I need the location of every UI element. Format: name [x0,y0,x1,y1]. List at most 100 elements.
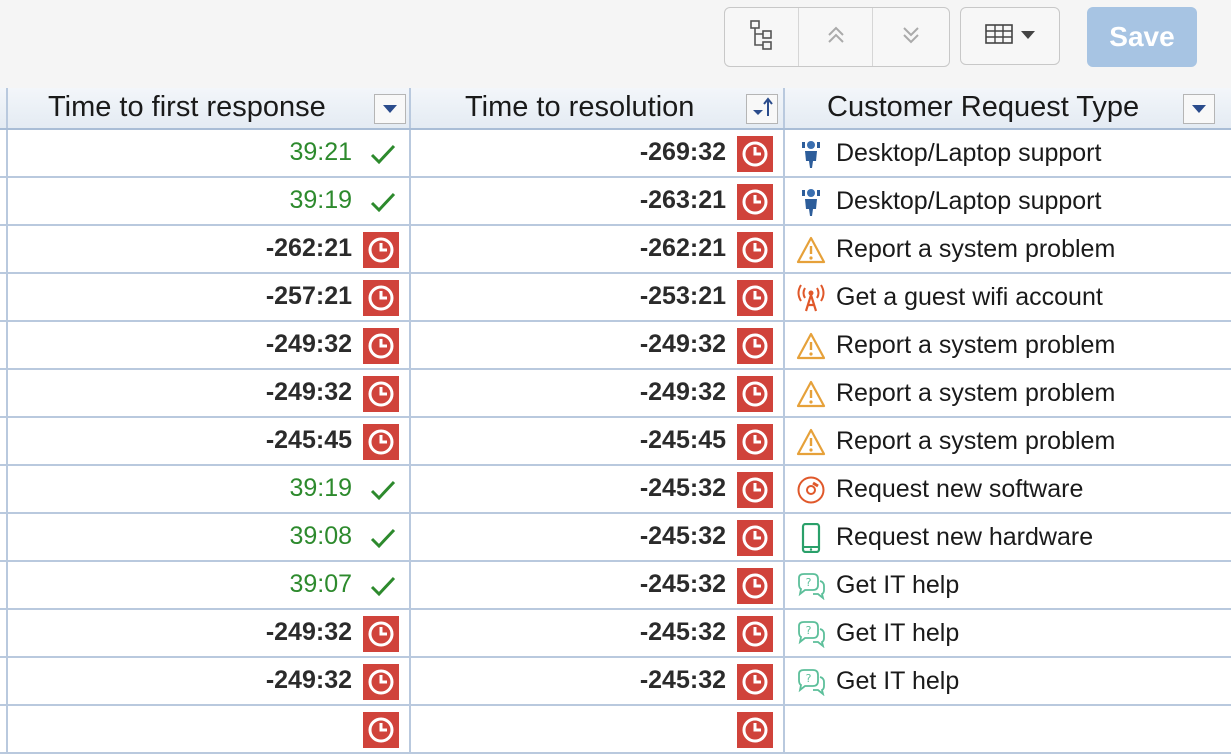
column-header-first-response[interactable]: Time to first response [8,88,411,128]
table-row[interactable]: 39:07 -245:32 ? Get IT help [0,562,1231,610]
table-row[interactable]: -249:32 -249:32 Report a system problem [0,322,1231,370]
column-header-request-type[interactable]: Customer Request Type [785,88,1231,128]
table-row[interactable]: -249:32 -245:32? Get IT help [0,610,1231,658]
column-header-resolution[interactable]: Time to resolution [411,88,785,128]
cell-customer-request-type[interactable]: ? Get IT help [785,658,1231,704]
save-button[interactable]: Save [1087,7,1197,67]
clock-breach-icon [363,280,399,316]
time-to-resolution-value: -263:21 [639,186,726,214]
cell-time-to-first-response[interactable]: -262:21 [8,226,411,272]
cell-customer-request-type[interactable]: Report a system problem [785,418,1231,464]
time-to-first-response-value: -257:21 [265,282,352,310]
cell-time-to-resolution[interactable]: -269:32 [411,130,785,176]
table-row[interactable]: 39:21 -269:32 Desktop/Laptop support [0,130,1231,178]
column-dropdown-button[interactable] [374,94,406,124]
cell-time-to-resolution[interactable]: -263:21 [411,178,785,224]
cell-time-to-resolution[interactable]: -262:21 [411,226,785,272]
time-to-first-response-value: 39:21 [289,138,352,166]
cell-time-to-resolution[interactable]: -245:32 [411,466,785,512]
sort-ascending-icon [751,96,773,123]
time-to-first-response-value: 39:19 [289,474,352,502]
cell-customer-request-type[interactable]: Request new software [785,466,1231,512]
toolbar-button-group [724,7,950,67]
warning-icon [795,425,827,459]
time-to-first-response-value: 39:08 [289,522,352,550]
cell-time-to-first-response[interactable]: -249:32 [8,610,411,656]
time-to-first-response-value: 39:19 [289,186,352,214]
time-to-first-response-value: -249:32 [265,666,352,694]
expand-all-icon [901,25,921,50]
wifi-tower-icon [795,281,827,315]
time-to-first-response-value: -249:32 [265,618,352,646]
cell-time-to-resolution[interactable]: -245:32 [411,514,785,560]
cell-time-to-first-response[interactable]: 39:08 [8,514,411,560]
cell-time-to-first-response[interactable]: -257:21 [8,274,411,320]
cell-time-to-resolution[interactable]: -249:32 [411,322,785,368]
cell-customer-request-type[interactable]: ? Get IT help [785,610,1231,656]
help-chat-icon: ? [795,665,827,699]
table-row[interactable]: -262:21 -262:21 Report a system problem [0,226,1231,274]
table-row[interactable]: 39:19 -245:32 Request new software [0,466,1231,514]
cell-time-to-resolution[interactable]: -249:32 [411,370,785,416]
cell-customer-request-type[interactable]: Desktop/Laptop support [785,130,1231,176]
cell-customer-request-type[interactable]: Report a system problem [785,322,1231,368]
table-row[interactable]: 39:08 -245:32 Request new hardware [0,514,1231,562]
request-type-label: Desktop/Laptop support [836,139,1102,167]
warning-icon [795,329,827,363]
table-row[interactable]: -257:21 -253:21 Get a guest wifi account [0,274,1231,322]
cell-customer-request-type[interactable]: ? Get IT help [785,562,1231,608]
table-view-icon [985,23,1013,49]
cell-time-to-first-response[interactable]: -249:32 [8,658,411,704]
cell-customer-request-type[interactable]: Report a system problem [785,226,1231,272]
cell-time-to-first-response[interactable]: 39:19 [8,178,411,224]
column-label: Customer Request Type [827,91,1140,123]
table-row[interactable]: -249:32 -245:32? Get IT help [0,658,1231,706]
cell-customer-request-type[interactable]: Report a system problem [785,370,1231,416]
request-type-label: Get IT help [836,667,960,695]
clock-breach-icon [737,328,773,364]
time-to-resolution-value: -245:32 [639,474,726,502]
column-dropdown-button[interactable] [1183,94,1215,124]
time-to-first-response-value: -249:32 [265,378,352,406]
chevron-down-icon [1021,27,1035,45]
hierarchy-button[interactable] [725,8,799,66]
cell-time-to-first-response[interactable]: -249:32 [8,322,411,368]
time-to-resolution-value: -253:21 [639,282,726,310]
cell-time-to-resolution[interactable]: -245:32 [411,562,785,608]
warning-icon [795,233,827,267]
expand-all-button[interactable] [873,8,949,66]
collapse-all-button[interactable] [799,8,873,66]
column-sort-button[interactable] [746,94,778,124]
time-to-resolution-value: -245:32 [639,666,726,694]
clock-breach-icon [737,472,773,508]
cell-time-to-first-response[interactable]: 39:19 [8,466,411,512]
table-row[interactable] [0,706,1231,754]
help-chat-icon: ? [795,617,827,651]
time-to-resolution-value: -249:32 [639,330,726,358]
time-to-resolution-value: -249:32 [639,378,726,406]
cell-time-to-resolution[interactable]: -245:32 [411,658,785,704]
time-to-resolution-value: -245:32 [639,570,726,598]
table-row[interactable]: -249:32 -249:32 Report a system problem [0,370,1231,418]
svg-text:?: ? [806,672,812,685]
cell-time-to-first-response[interactable]: -249:32 [8,370,411,416]
clock-breach-icon [737,664,773,700]
table-row[interactable]: 39:19 -263:21 Desktop/Laptop support [0,178,1231,226]
cell-customer-request-type[interactable]: Get a guest wifi account [785,274,1231,320]
cell-time-to-first-response[interactable]: 39:21 [8,130,411,176]
cell-time-to-first-response[interactable]: -245:45 [8,418,411,464]
checkmark-icon [365,184,401,220]
cell-customer-request-type[interactable]: Request new hardware [785,514,1231,560]
table-view-dropdown[interactable] [960,7,1060,65]
time-to-resolution-value: -245:32 [639,522,726,550]
cell-time-to-first-response[interactable]: 39:07 [8,562,411,608]
clock-breach-icon [737,712,773,748]
table-row[interactable]: -245:45 -245:45 Report a system problem [0,418,1231,466]
cell-time-to-resolution[interactable]: -245:32 [411,610,785,656]
cell-time-to-resolution[interactable]: -245:45 [411,418,785,464]
column-label: Time to resolution [465,91,695,123]
cell-time-to-resolution[interactable]: -253:21 [411,274,785,320]
request-type-label: Request new software [836,475,1084,503]
clock-breach-icon [737,184,773,220]
cell-customer-request-type[interactable]: Desktop/Laptop support [785,178,1231,224]
